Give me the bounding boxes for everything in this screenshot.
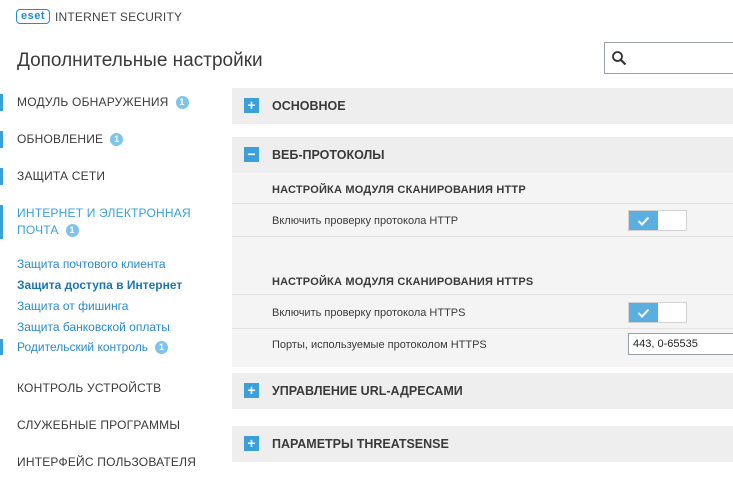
notification-badge: 1: [175, 96, 189, 109]
search-icon: [612, 51, 627, 66]
sidebar-item-web-and-email[interactable]: ИНТЕРНЕТ И ЭЛЕКТРОННАЯ ПОЧТА 1: [0, 205, 215, 239]
title-bar: eset INTERNET SECURITY: [0, 0, 733, 36]
http-enable-label: Включить проверку протокола HTTP: [272, 215, 459, 227]
web-protocols-body: НАСТРОЙКА МОДУЛЯ СКАНИРОВАНИЯ HTTP Включ…: [232, 173, 733, 367]
section-url-management[interactable]: + УПРАВЛЕНИЕ URL-АДРЕСАМИ: [232, 373, 733, 409]
https-ports-input[interactable]: 443, 0-65535: [628, 333, 733, 355]
sidebar-item-label: ИНТЕРФЕЙС ПОЛЬЗОВАТЕЛЯ: [17, 455, 197, 469]
http-scanner-heading: НАСТРОЙКА МОДУЛЯ СКАНИРОВАНИЯ HTTP: [272, 184, 526, 196]
section-threatsense[interactable]: + ПАРАМЕТРЫ THREATSENSE: [232, 426, 733, 462]
settings-panel: + ОСНОВНОЕ − ВЕБ-ПРОТОКОЛЫ НАСТРОЙКА МОД…: [232, 88, 733, 501]
sidebar-item-update[interactable]: ОБНОВЛЕНИЕ 1: [0, 131, 215, 148]
sidebar-item-label: ОБНОВЛЕНИЕ: [17, 132, 104, 146]
section-title: ПАРАМЕТРЫ THREATSENSE: [272, 437, 449, 451]
https-ports-label: Порты, используемые протоколом HTTPS: [272, 339, 487, 351]
expand-icon[interactable]: +: [244, 383, 259, 398]
sidebar-item-label: СЛУЖЕБНЫЕ ПРОГРАММЫ: [17, 418, 181, 432]
product-name: INTERNET SECURITY: [55, 10, 183, 24]
sidebar-item-label: МОДУЛЬ ОБНАРУЖЕНИЯ: [17, 95, 169, 109]
sidebar-item-user-interface[interactable]: ИНТЕРФЕЙС ПОЛЬЗОВАТЕЛЯ: [0, 454, 215, 471]
section-title: ВЕБ-ПРОТОКОЛЫ: [272, 148, 385, 162]
sidebar-item-device-control[interactable]: КОНТРОЛЬ УСТРОЙСТВ: [0, 380, 215, 397]
notification-badge: 1: [110, 133, 124, 146]
sidebar-item-network-protection[interactable]: ЗАЩИТА СЕТИ: [0, 168, 215, 185]
sidebar-item-label: ИНТЕРНЕТ И ЭЛЕКТРОННАЯ: [17, 206, 191, 220]
notification-badge: 1: [155, 341, 168, 354]
expand-icon[interactable]: +: [244, 436, 259, 451]
divider: [232, 328, 733, 329]
toggle-on-indicator: [629, 211, 658, 230]
advanced-setup-window: eset INTERNET SECURITY Дополнительные на…: [0, 0, 733, 501]
sidebar: МОДУЛЬ ОБНАРУЖЕНИЯ 1 ОБНОВЛЕНИЕ 1 ЗАЩИТА С…: [0, 86, 215, 501]
sidebar-subitem-email-client-protection[interactable]: Защита почтового клиента: [0, 256, 215, 272]
sidebar-item-detection-engine[interactable]: МОДУЛЬ ОБНАРУЖЕНИЯ 1: [0, 94, 215, 111]
sidebar-item-label-line2: ПОЧТА: [17, 223, 59, 237]
sidebar-subitem-parental-control[interactable]: Родительский контроль 1: [0, 339, 215, 355]
section-web-protocols[interactable]: − ВЕБ-ПРОТОКОЛЫ: [232, 137, 733, 173]
divider: [232, 236, 733, 237]
checkmark-icon: [637, 308, 650, 318]
notification-badge: 1: [65, 224, 79, 237]
http-enable-toggle[interactable]: [628, 210, 687, 231]
checkmark-icon: [637, 216, 650, 226]
section-title: УПРАВЛЕНИЕ URL-АДРЕСАМИ: [272, 384, 463, 398]
sidebar-subitem-anti-phishing[interactable]: Защита от фишинга: [0, 298, 215, 314]
sidebar-subitem-web-access-protection[interactable]: Защита доступа в Интернет: [0, 277, 215, 293]
page-title: Дополнительные настройки: [17, 50, 263, 71]
expand-icon[interactable]: +: [244, 98, 259, 113]
https-scanner-heading: НАСТРОЙКА МОДУЛЯ СКАНИРОВАНИЯ HTTPS: [272, 276, 534, 288]
eset-logo: eset: [16, 9, 51, 24]
sidebar-subitem-banking-protection[interactable]: Защита банковской оплаты: [0, 319, 215, 335]
https-enable-label: Включить проверку протокола HTTPS: [272, 307, 466, 319]
https-enable-toggle[interactable]: [628, 302, 687, 323]
collapse-icon[interactable]: −: [244, 147, 259, 162]
sidebar-item-label: КОНТРОЛЬ УСТРОЙСТВ: [17, 381, 162, 395]
section-basic[interactable]: + ОСНОВНОЕ: [232, 88, 733, 124]
divider: [232, 294, 733, 295]
sidebar-item-label: ЗАЩИТА СЕТИ: [17, 169, 106, 183]
toggle-on-indicator: [629, 303, 658, 322]
section-title: ОСНОВНОЕ: [272, 99, 346, 113]
sidebar-item-tools[interactable]: СЛУЖЕБНЫЕ ПРОГРАММЫ: [0, 417, 215, 434]
search-input[interactable]: [604, 42, 733, 74]
divider: [232, 203, 733, 204]
